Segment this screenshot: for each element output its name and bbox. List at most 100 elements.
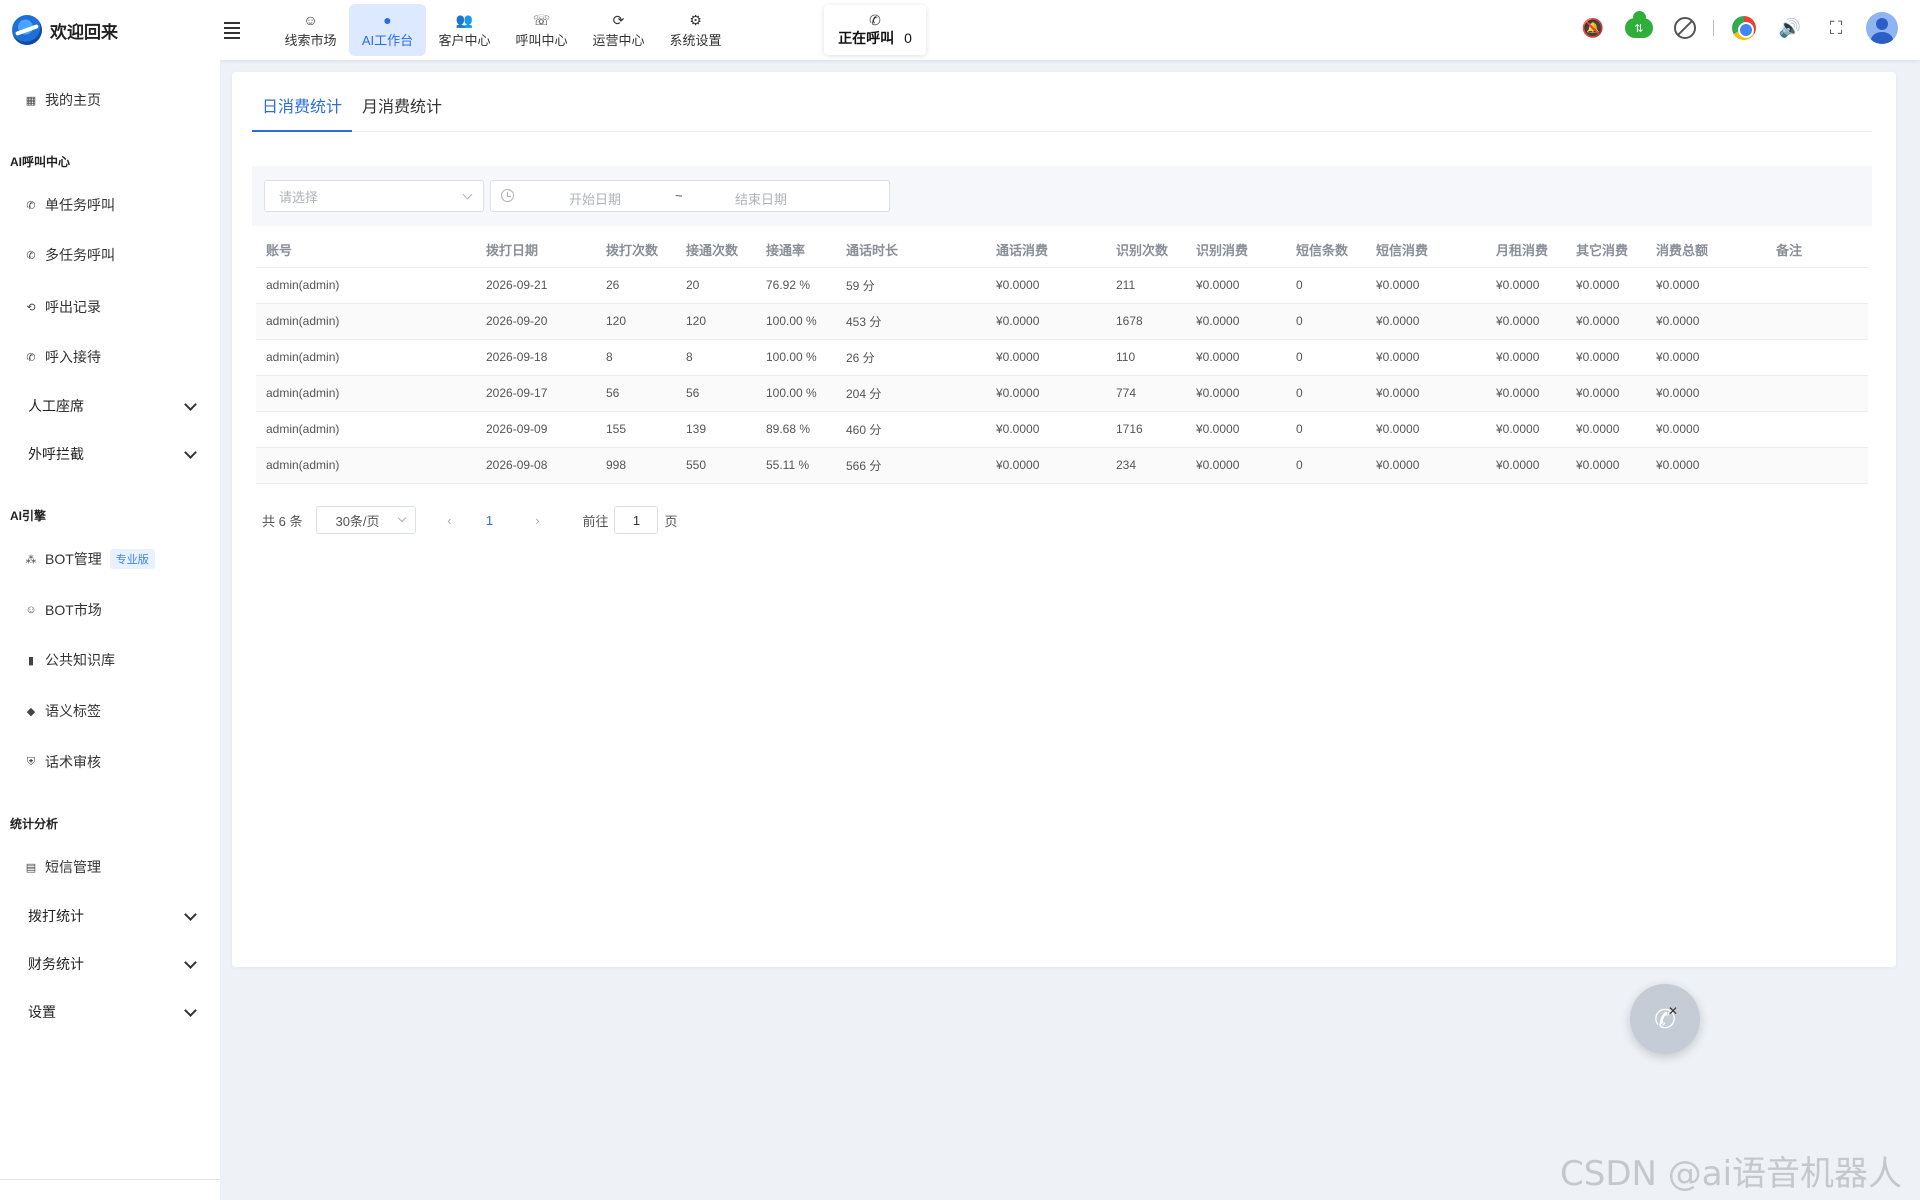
chevron-down-icon xyxy=(184,908,197,921)
page-size-select[interactable]: 30条/页 xyxy=(316,506,417,534)
table-cell: ¥0.0000 xyxy=(1566,375,1646,412)
goto-label: 前往 xyxy=(582,513,609,529)
column-header: 接通次数 xyxy=(676,233,756,268)
chrome-icon[interactable] xyxy=(1728,12,1760,44)
sidebar-expand-finance-stats[interactable]: 财务统计 xyxy=(0,946,220,982)
sidebar-expand-agents[interactable]: 人工座席 xyxy=(0,388,220,424)
table-cell: ¥0.0000 xyxy=(1486,339,1566,376)
topnav-operation-center[interactable]: ⟳ 运营中心 xyxy=(580,4,657,56)
sidebar-item-inbound-reception[interactable]: ✆ 呼入接待 xyxy=(0,339,220,375)
table-cell: 55.11 % xyxy=(756,447,836,484)
table-cell: ¥0.0000 xyxy=(1566,303,1646,340)
fullscreen-icon[interactable]: ⛶ xyxy=(1820,12,1852,44)
end-date-input[interactable]: 结束日期 xyxy=(735,189,787,208)
table-cell: ¥0.0000 xyxy=(1486,447,1566,484)
column-header: 拨打次数 xyxy=(596,233,676,268)
table-cell: 26 xyxy=(596,267,676,304)
table-cell: 76.92 % xyxy=(756,267,836,304)
table-row: admin(admin) 2026-09-21 26 20 76.92 % 59 分 ¥0.… xyxy=(256,267,1868,304)
topnav-call-center[interactable]: ☏ 呼叫中心 xyxy=(503,4,580,56)
table-cell: ¥0.0000 xyxy=(1486,411,1566,448)
table-cell: 8 xyxy=(596,339,676,376)
sidebar-item-sms-management[interactable]: ▤ 短信管理 xyxy=(0,849,220,885)
table-cell: ¥0.0000 xyxy=(1186,375,1286,412)
column-header: 接通率 xyxy=(756,233,836,268)
sidebar-expand-call-stats[interactable]: 拨打统计 xyxy=(0,898,220,934)
table-cell: 204 分 xyxy=(836,375,986,412)
table-cell: ¥0.0000 xyxy=(1486,303,1566,340)
table-cell: 120 xyxy=(676,303,756,340)
history-icon: ⟲ xyxy=(26,301,36,314)
prev-page-icon[interactable]: ‹ xyxy=(434,506,464,534)
sidebar-item-public-knowledge[interactable]: ▮ 公共知识库 xyxy=(0,642,220,678)
start-date-input[interactable]: 开始日期 xyxy=(569,189,621,208)
sidebar-item-single-task-call[interactable]: ✆ 单任务呼叫 xyxy=(0,187,220,223)
table-cell: ¥0.0000 xyxy=(986,375,1106,412)
sidebar: ▦ 我的主页 AI呼叫中心 ✆ 单任务呼叫 ✆ 多任务呼叫 ⟲ 呼出记录 ✆ 呼入接待 人… xyxy=(0,60,220,1200)
table-cell: ¥0.0000 xyxy=(1186,447,1286,484)
table-cell: ¥0.0000 xyxy=(986,411,1106,448)
sidebar-expand-outbound-block[interactable]: 外呼拦截 xyxy=(0,436,220,472)
table-header: 账号 拨打日期 拨打次数 接通次数 接通率 通话时长 通话消费 识别次数 识别消费 短信条数 短信消… xyxy=(256,233,1868,268)
tab-daily-stats[interactable]: 日消费统计 xyxy=(252,94,353,132)
face-icon: ☺ xyxy=(25,604,37,616)
cloud-upload-icon[interactable]: ⇅ xyxy=(1623,11,1655,44)
headset-icon: ☏ xyxy=(532,11,551,28)
table-row: admin(admin) 2026-09-18 8 8 100.00 % 26 分 ¥0.0… xyxy=(256,339,1868,376)
table-cell: 774 xyxy=(1106,375,1186,412)
table-cell: ¥0.0000 xyxy=(1646,339,1766,376)
table-cell: 20 xyxy=(676,267,756,304)
block-icon[interactable] xyxy=(1669,12,1701,44)
date-range-picker[interactable]: 开始日期 ~ 结束日期 xyxy=(490,180,890,212)
topnav-system-settings[interactable]: ⚙ 系统设置 xyxy=(657,4,734,56)
table-cell: ¥0.0000 xyxy=(1186,339,1286,376)
topnav-ai-workbench[interactable]: ● AI工作台 xyxy=(349,4,426,56)
volume-icon[interactable]: 🔊 xyxy=(1774,12,1806,44)
page-number[interactable]: 1 xyxy=(474,506,504,534)
sidebar-item-script-review[interactable]: ⛨ 话术审核 xyxy=(0,744,220,780)
sidebar-item-bot-management[interactable]: ⁂ BOT管理 专业版 xyxy=(0,541,220,577)
topnav-customer-center[interactable]: 👥 客户中心 xyxy=(426,4,503,56)
bell-off-icon[interactable]: 🔕 xyxy=(1577,12,1609,44)
table-row: admin(admin) 2026-09-08 998 550 55.11 % 566 分… xyxy=(256,447,1868,484)
book-icon: ▮ xyxy=(27,654,35,667)
table-cell xyxy=(1766,267,1868,304)
column-header: 通话时长 xyxy=(836,233,986,268)
sidebar-expand-settings[interactable]: 设置 xyxy=(0,994,220,1030)
table-cell: ¥0.0000 xyxy=(1646,303,1766,340)
sidebar-item-bot-market[interactable]: ☺ BOT市场 xyxy=(0,592,220,628)
table-cell: ¥0.0000 xyxy=(986,303,1106,340)
goto-page-input[interactable] xyxy=(614,506,659,534)
avatar[interactable] xyxy=(1866,12,1898,44)
column-header: 消费总额 xyxy=(1646,233,1766,268)
table-cell: 100.00 % xyxy=(756,339,836,376)
menu-toggle-icon[interactable] xyxy=(220,18,244,42)
table-cell: 110 xyxy=(1106,339,1186,376)
table-cell: ¥0.0000 xyxy=(1366,267,1486,304)
table-cell: ¥0.0000 xyxy=(986,267,1106,304)
chevron-down-icon xyxy=(184,1004,197,1017)
phone-icon: ✆ xyxy=(26,199,36,212)
table-cell: 0 xyxy=(1286,267,1366,304)
account-select[interactable]: 请选择 xyxy=(264,180,484,212)
next-page-icon[interactable]: › xyxy=(522,506,552,534)
tab-monthly-stats[interactable]: 月消费统计 xyxy=(352,94,452,132)
sidebar-item-outbound-records[interactable]: ⟲ 呼出记录 xyxy=(0,289,220,325)
table-cell: 453 分 xyxy=(836,303,986,340)
phone-circle-icon: ✆ xyxy=(869,12,881,28)
table-cell: ¥0.0000 xyxy=(1646,375,1766,412)
sidebar-item-semantic-tags[interactable]: ◆ 语义标签 xyxy=(0,693,220,729)
table-cell: ¥0.0000 xyxy=(1646,411,1766,448)
table-cell: admin(admin) xyxy=(256,447,476,484)
sidebar-item-multi-task-call[interactable]: ✆ 多任务呼叫 xyxy=(0,237,220,273)
calling-status[interactable]: ✆ 正在呼叫 0 xyxy=(824,5,926,55)
topnav-leads-market[interactable]: ☺ 线索市场 xyxy=(272,4,349,56)
table-cell: ¥0.0000 xyxy=(1486,375,1566,412)
floating-call-button[interactable]: ✆ ✕ xyxy=(1630,984,1700,1054)
tabs: 日消费统计 月消费统计 xyxy=(252,94,1872,132)
gear-icon: ⚙ xyxy=(689,11,702,28)
table-cell xyxy=(1766,339,1868,376)
sidebar-item-home[interactable]: ▦ 我的主页 xyxy=(0,82,220,118)
clock-icon xyxy=(501,189,514,202)
table-cell: 998 xyxy=(596,447,676,484)
